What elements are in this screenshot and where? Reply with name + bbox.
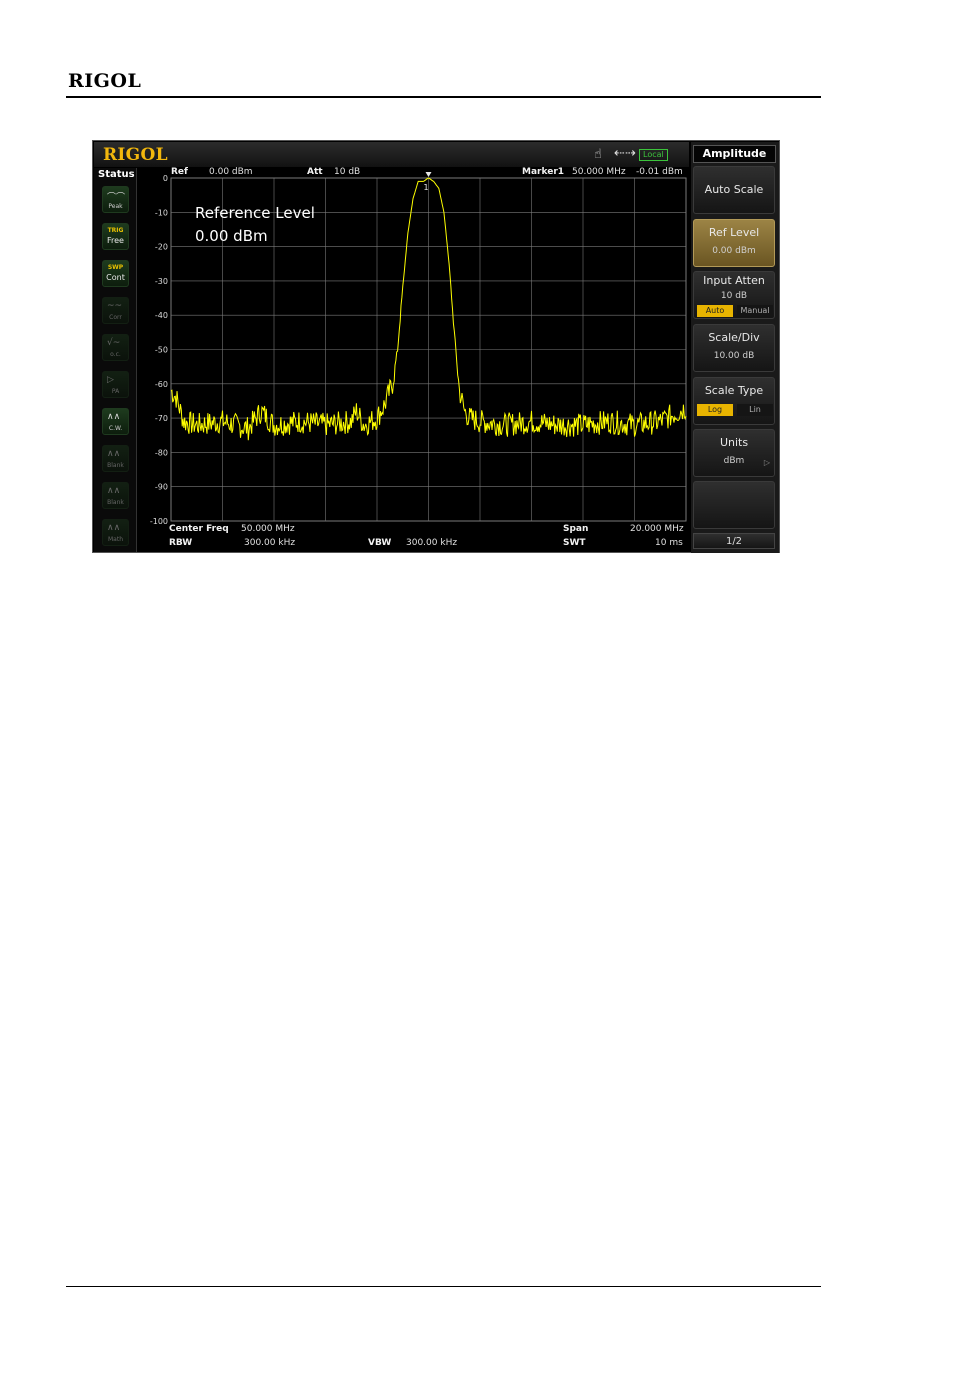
center-freq-label: Center Freq <box>169 524 229 534</box>
vbw-label: VBW <box>368 538 392 548</box>
scale-type-button[interactable]: Scale Type Log Lin <box>693 377 775 425</box>
atten-auto-option[interactable]: Auto <box>697 305 733 317</box>
menu-page-indicator[interactable]: 1/2 <box>693 533 775 549</box>
status-corr-button[interactable]: ~~ Corr <box>102 297 129 324</box>
status-pa-button[interactable]: ▷ PA <box>102 371 129 398</box>
menu-title: Amplitude <box>693 145 776 163</box>
status-label: Corr <box>109 314 122 321</box>
y-tick-label: -50 <box>155 346 168 355</box>
status-peak-button[interactable]: ⌒⌒ Peak <box>102 186 129 213</box>
analyzer-screen: RIGOL ☝ ⇠⇢ Local Status ⌒⌒ Peak TRIG Fre… <box>92 140 780 553</box>
units-button[interactable]: Units dBm ▷ <box>693 429 775 477</box>
y-tick-label: -40 <box>155 311 168 320</box>
status-value: Cont <box>106 273 125 282</box>
softkey-label: Units <box>719 436 749 449</box>
submenu-arrow-icon: ▷ <box>763 458 770 467</box>
top-bar: RIGOL ☝ ⇠⇢ Local <box>94 142 689 167</box>
softkey-label: Auto Scale <box>704 183 764 196</box>
wave-icon: ∧∧ <box>107 486 121 496</box>
status-oc-button[interactable]: √~ o.c. <box>102 334 129 361</box>
status-trig-button[interactable]: TRIG Free <box>102 223 129 250</box>
wave-icon: ∧∧ <box>107 523 121 533</box>
softkey-value: 10.00 dB <box>713 351 755 361</box>
center-freq-value: 50.000 MHz <box>241 524 295 534</box>
y-tick-label: -20 <box>155 243 168 252</box>
scale-div-button[interactable]: Scale/Div 10.00 dB <box>693 324 775 372</box>
softkey-value: dBm <box>723 456 745 466</box>
amplifier-icon: ▷ <box>107 375 114 385</box>
status-label: TRIG <box>107 227 124 234</box>
status-cw-button[interactable]: ∧∧ C.W. <box>102 408 129 435</box>
hand-icon: ☝ <box>594 147 602 162</box>
wave-icon: ∧∧ <box>107 449 121 459</box>
softkey-label: Scale Type <box>704 384 764 397</box>
y-tick-label: -90 <box>155 483 168 492</box>
wave-icon: ∧∧ <box>107 412 121 422</box>
vbw-value: 300.00 kHz <box>406 538 458 548</box>
atten-manual-option[interactable]: Manual <box>737 305 773 317</box>
y-tick-label: -30 <box>155 277 168 286</box>
wave-icon: √~ <box>107 338 121 348</box>
swt-value: 10 ms <box>655 538 683 548</box>
status-title: Status <box>98 169 135 180</box>
scale-type-toggle[interactable]: Log Lin <box>697 404 773 416</box>
status-label: PA <box>111 388 120 395</box>
rbw-value: 300.00 kHz <box>244 538 296 548</box>
status-label: o.c. <box>110 351 121 358</box>
status-label: Blank <box>107 499 124 506</box>
wave-icon: ⌒⌒ <box>107 193 126 203</box>
status-label: Blank <box>107 462 124 469</box>
y-tick-label: -80 <box>155 448 168 457</box>
y-tick-label: -60 <box>155 380 168 389</box>
rigol-logo: RIGOL <box>103 145 168 165</box>
status-label: SWP <box>107 264 124 271</box>
input-atten-button[interactable]: Input Atten 10 dB Auto Manual <box>693 271 775 319</box>
status-label: Peak <box>108 203 123 210</box>
y-tick-label: 0 <box>163 174 168 183</box>
span-label: Span <box>563 524 589 534</box>
header-rule <box>66 96 821 98</box>
spectrum-plot: 0 -10 -20 -30 -40 -50 -60 -70 -80 -90 -100 1 <box>150 172 687 526</box>
y-tick-label: -10 <box>155 208 168 217</box>
status-math-button[interactable]: ∧∧ Math <box>102 519 129 546</box>
status-blank-button-2[interactable]: ∧∧ Blank <box>102 482 129 509</box>
y-tick-label: -100 <box>150 517 168 526</box>
auto-scale-button[interactable]: Auto Scale <box>693 166 775 214</box>
softkey-value: 0.00 dBm <box>712 246 756 256</box>
local-indicator: Local <box>639 149 668 161</box>
atten-mode-toggle[interactable]: Auto Manual <box>697 305 773 317</box>
status-value: Free <box>107 236 124 245</box>
footer-rule <box>66 1286 821 1287</box>
status-blank-button-1[interactable]: ∧∧ Blank <box>102 445 129 472</box>
swt-label: SWT <box>563 538 586 548</box>
scale-lin-option[interactable]: Lin <box>737 404 773 416</box>
ref-level-overlay-value: 0.00 dBm <box>195 227 268 245</box>
empty-softkey[interactable] <box>693 481 775 529</box>
rbw-label: RBW <box>169 538 193 548</box>
wave-icon: ~~ <box>107 301 123 311</box>
y-tick-label: -70 <box>155 414 168 423</box>
span-value: 20.000 MHz <box>630 524 684 534</box>
status-label: C.W. <box>108 425 123 432</box>
softkey-value: 10 dB <box>720 291 748 301</box>
marker-1-label: 1 <box>424 183 429 192</box>
status-column: Status ⌒⌒ Peak TRIG Free SWP Cont ~~ Cor… <box>94 168 137 552</box>
spectrum-display: Ref 0.00 dBm Att 10 dB Marker1 50.000 MH… <box>137 167 690 552</box>
document-header-logo: RIGOL <box>68 70 142 92</box>
status-label: Math <box>107 536 123 543</box>
scale-log-option[interactable]: Log <box>697 404 733 416</box>
softkey-label: Scale/Div <box>708 331 760 344</box>
status-sweep-button[interactable]: SWP Cont <box>102 260 129 287</box>
softkey-label: Input Atten <box>703 274 765 287</box>
softkey-label: Ref Level <box>708 226 760 239</box>
ref-level-overlay-title: Reference Level <box>195 204 315 222</box>
usb-icon: ⇠⇢ <box>614 146 636 161</box>
softkey-menu: Amplitude Auto Scale Ref Level 0.00 dBm … <box>691 142 779 553</box>
ref-level-button[interactable]: Ref Level 0.00 dBm <box>693 219 775 267</box>
marker-1-symbol <box>425 172 432 178</box>
